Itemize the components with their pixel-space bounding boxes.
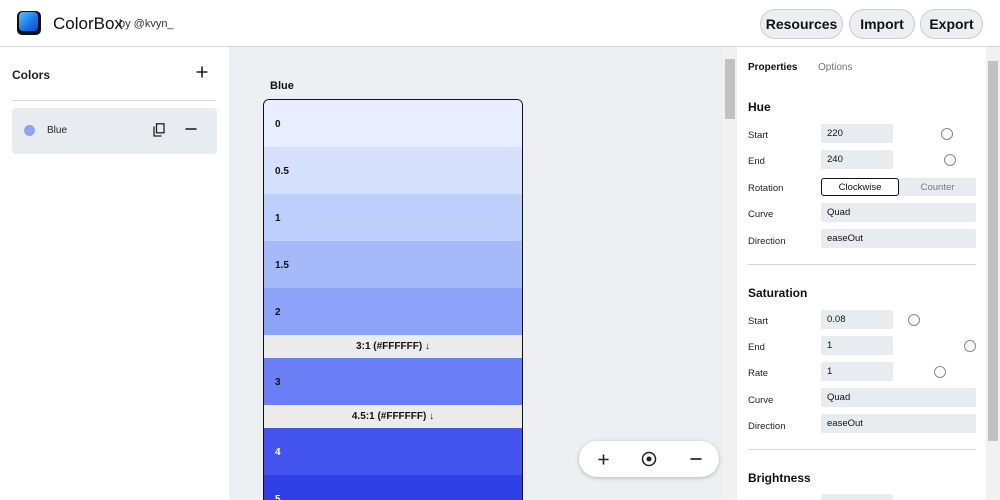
color-swatch-dot	[24, 125, 35, 136]
remove-color-icon[interactable]	[185, 121, 197, 137]
tab-options[interactable]: Options	[818, 62, 852, 73]
rotation-counter-toggle[interactable]: Counter	[899, 178, 976, 196]
saturation-rate-lock-radio[interactable]	[934, 366, 946, 378]
colors-heading: Colors	[12, 68, 51, 82]
contrast-marker: 3:1 (#FFFFFF) ↓	[264, 335, 522, 358]
swatch-step-label: 5	[275, 494, 281, 500]
brightness-heading: Brightness	[748, 471, 811, 485]
zoom-controls	[579, 441, 719, 477]
saturation-start-lock-radio[interactable]	[908, 314, 920, 326]
hue-curve-label: Curve	[748, 209, 774, 220]
section-divider	[748, 264, 976, 265]
saturation-start-label: Start	[748, 316, 769, 327]
section-divider	[748, 449, 976, 450]
saturation-heading: Saturation	[748, 286, 808, 300]
saturation-direction-label: Direction	[748, 421, 786, 432]
brightness-start-input[interactable]	[821, 494, 893, 500]
target-icon	[641, 451, 657, 467]
swatch-step-label: 0	[275, 119, 281, 130]
saturation-curve-label: Curve	[748, 395, 774, 406]
plus-icon	[196, 66, 208, 78]
saturation-end-lock-radio[interactable]	[964, 340, 976, 352]
saturation-rate-input[interactable]: 1	[821, 362, 893, 381]
zoom-out-button[interactable]	[686, 449, 706, 469]
app-name: ColorBox	[53, 14, 123, 33]
minus-icon	[690, 458, 702, 460]
colors-sidebar: Colors Blue	[0, 47, 229, 500]
panel-scrollbar[interactable]	[986, 47, 1000, 500]
scale-swatch[interactable]: 3	[264, 358, 522, 405]
swatch-step-label: 2	[275, 307, 281, 318]
scale-title: Blue	[270, 80, 294, 92]
scale-swatch[interactable]: 1	[264, 194, 522, 241]
swatch-step-label: 1.5	[275, 260, 289, 271]
author-byline[interactable]: by @kvyn_	[119, 18, 174, 30]
export-button[interactable]: Export	[920, 9, 983, 39]
swatch-step-label: 3	[275, 377, 281, 388]
swatch-step-label: 1	[275, 213, 281, 224]
sidebar-divider	[12, 100, 216, 101]
app-logo-icon	[17, 11, 41, 35]
duplicate-icon[interactable]	[153, 123, 165, 137]
scale-swatch[interactable]: 5	[264, 475, 522, 500]
hue-end-lock-radio[interactable]	[944, 154, 956, 166]
hue-end-label: End	[748, 156, 765, 167]
scale-swatch[interactable]: 2	[264, 288, 522, 335]
saturation-direction-select[interactable]: easeOut	[821, 414, 976, 433]
hue-start-lock-radio[interactable]	[941, 128, 953, 140]
hue-rotation-label: Rotation	[748, 183, 784, 194]
swatch-step-label: 4	[275, 447, 281, 458]
hue-heading: Hue	[748, 100, 771, 114]
properties-panel: Properties Options Hue Start 220 End 240…	[737, 47, 986, 500]
app-header: ColorBox by @kvyn_ Resources Import Expo…	[0, 0, 1000, 47]
canvas-scrollbar-thumb[interactable]	[725, 59, 735, 119]
hue-direction-select[interactable]: easeOut	[821, 229, 976, 248]
hue-start-label: Start	[748, 130, 769, 141]
saturation-rate-label: Rate	[748, 368, 769, 379]
saturation-end-input[interactable]: 1	[821, 336, 893, 355]
color-list-item[interactable]: Blue	[12, 108, 217, 154]
resources-button[interactable]: Resources	[760, 9, 843, 39]
zoom-reset-button[interactable]	[639, 449, 659, 469]
canvas-scrollbar[interactable]	[723, 47, 737, 500]
plus-icon	[597, 453, 609, 465]
scale-swatch[interactable]: 1.5	[264, 241, 522, 288]
add-color-button[interactable]	[194, 63, 210, 81]
panel-scrollbar-thumb[interactable]	[988, 61, 998, 441]
scale-swatch[interactable]: 0.5	[264, 147, 522, 194]
scale-swatch[interactable]: 0	[264, 100, 522, 147]
hue-curve-select[interactable]: Quad	[821, 203, 976, 222]
saturation-curve-select[interactable]: Quad	[821, 388, 976, 407]
import-button[interactable]: Import	[849, 9, 915, 39]
hue-direction-label: Direction	[748, 236, 786, 247]
rotation-clockwise-toggle[interactable]: Clockwise	[821, 178, 899, 196]
tab-properties[interactable]: Properties	[748, 62, 797, 73]
saturation-start-input[interactable]: 0.08	[821, 310, 893, 329]
hue-start-input[interactable]: 220	[821, 124, 893, 143]
scale-swatch[interactable]: 4	[264, 428, 522, 475]
swatch-step-label: 0.5	[275, 166, 289, 177]
zoom-in-button[interactable]	[593, 449, 613, 469]
saturation-end-label: End	[748, 342, 765, 353]
color-item-label: Blue	[47, 125, 68, 136]
color-scale[interactable]: 0 0.5 1 1.5 2 3:1 (#FFFFFF) ↓ 3 4.5:1 (#FFFFFF)…	[263, 99, 523, 500]
contrast-marker: 4.5:1 (#FFFFFF) ↓	[264, 405, 522, 428]
palette-canvas[interactable]: Blue 0 0.5 1 1.5 2 3:1 (#FFFFFF) ↓ 3 4.5:1 (#FF…	[229, 47, 723, 500]
hue-end-input[interactable]: 240	[821, 150, 893, 169]
